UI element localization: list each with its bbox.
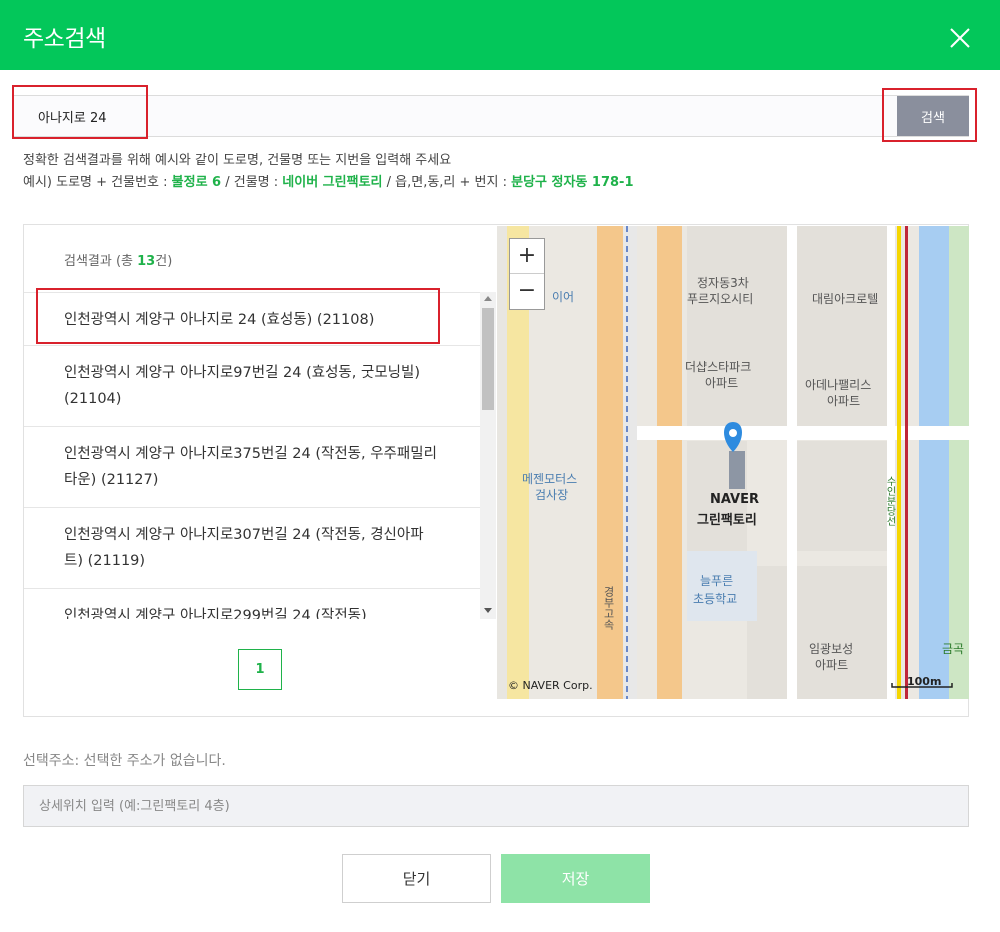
guide-line-1: 정확한 검색결과를 위해 예시와 같이 도로명, 건물명 또는 지번을 입력해 … <box>23 153 452 168</box>
close-icon[interactable] <box>944 22 976 54</box>
guide-example-building: 네이버 그린팩토리 <box>282 175 383 190</box>
guide-example-lot: 분당구 정자동 178-1 <box>511 175 634 190</box>
map-label: 경부고속 <box>602 586 615 630</box>
guide-mid-1: / 건물명 : <box>221 175 283 190</box>
result-count: 13 <box>137 254 156 269</box>
map-view[interactable]: + − 이어 정자동3차 푸르지오시티 대림아크로텔 더샵스타파크 아파트 아데… <box>497 226 969 699</box>
dialog-header: 주소검색 <box>0 0 1000 70</box>
guide-prefix: 예시) 도로명 + 건물번호 : <box>23 175 172 190</box>
map-scale: 100m <box>907 675 942 688</box>
map-label: 아파트 <box>815 658 849 672</box>
map-label: 아파트 <box>705 376 739 390</box>
page-button[interactable]: 1 <box>238 649 282 690</box>
map-label: 검사장 <box>535 488 569 502</box>
map-label: 푸르지오시티 <box>687 292 754 306</box>
search-guide: 정확한 검색결과를 위해 예시와 같이 도로명, 건물명 또는 지번을 입력해 … <box>23 150 634 194</box>
close-button[interactable]: 닫기 <box>342 854 491 903</box>
map-label: NAVER <box>710 492 760 507</box>
guide-line-2: 예시) 도로명 + 건물번호 : 불정로 6 / 건물명 : 네이버 그린팩토리… <box>23 172 634 194</box>
search-input[interactable] <box>14 96 880 136</box>
selected-address: 선택주소: 선택한 주소가 없습니다. <box>23 753 226 769</box>
map-label: 그린팩토리 <box>697 513 757 528</box>
map-label: 수인분당선 <box>884 476 895 526</box>
result-count-label: 검색결과 (총 13건) <box>64 250 172 269</box>
zoom-in-button[interactable]: + <box>510 239 544 274</box>
result-header-prefix: 검색결과 (총 <box>64 254 138 269</box>
map-label: 대림아크로텔 <box>812 292 879 306</box>
list-item[interactable]: 인천광역시 계양구 아나지로 24 (효성동) (21108) <box>24 293 480 346</box>
detail-location-input[interactable] <box>23 785 969 827</box>
map-label: 초등학교 <box>693 592 738 606</box>
dialog-title: 주소검색 <box>23 26 106 52</box>
result-panel: 검색결과 (총 13건) 인천광역시 계양구 아나지로 24 (효성동) (21… <box>23 224 969 717</box>
scroll-up-icon[interactable] <box>484 296 492 301</box>
map-label: 아파트 <box>827 394 861 408</box>
scroll-down-icon[interactable] <box>484 608 492 613</box>
map-label: 메젠모터스 <box>522 472 578 486</box>
list-item[interactable]: 인천광역시 계양구 아나지로97번길 24 (효성동, 굿모닝빌) (21104… <box>24 346 480 427</box>
zoom-out-button[interactable]: − <box>510 274 544 309</box>
list-item[interactable]: 인천광역시 계양구 아나지로299번길 24 (작전동) <box>24 589 480 619</box>
result-scrollbar[interactable] <box>480 292 496 619</box>
guide-example-road: 불정로 6 <box>171 175 222 190</box>
map-label: 더샵스타파크 <box>685 360 752 374</box>
map-label: 이어 <box>552 290 575 304</box>
map-zoom-control: + − <box>509 238 545 310</box>
map-label: 금곡 <box>942 642 965 656</box>
map-copyright: © NAVER Corp. <box>508 679 593 692</box>
result-header-suffix: 건) <box>155 254 173 269</box>
map-label: 임광보성 <box>809 642 854 656</box>
result-list: 인천광역시 계양구 아나지로 24 (효성동) (21108) 인천광역시 계양… <box>24 292 480 619</box>
save-button[interactable]: 저장 <box>501 854 650 903</box>
map-label: 늘푸른 <box>700 574 734 588</box>
map-label: 아데나팰리스 <box>805 378 872 392</box>
search-button[interactable]: 검색 <box>897 96 969 136</box>
guide-mid-2: / 읍,면,동,리 + 번지 : <box>382 175 512 190</box>
list-item[interactable]: 인천광역시 계양구 아나지로307번길 24 (작전동, 경신아파트) (211… <box>24 508 480 589</box>
map-label: 정자동3차 <box>697 276 749 290</box>
list-item[interactable]: 인천광역시 계양구 아나지로375번길 24 (작전동, 우주패밀리타운) (2… <box>24 427 480 508</box>
scroll-thumb[interactable] <box>482 308 494 410</box>
search-bar <box>13 95 969 137</box>
